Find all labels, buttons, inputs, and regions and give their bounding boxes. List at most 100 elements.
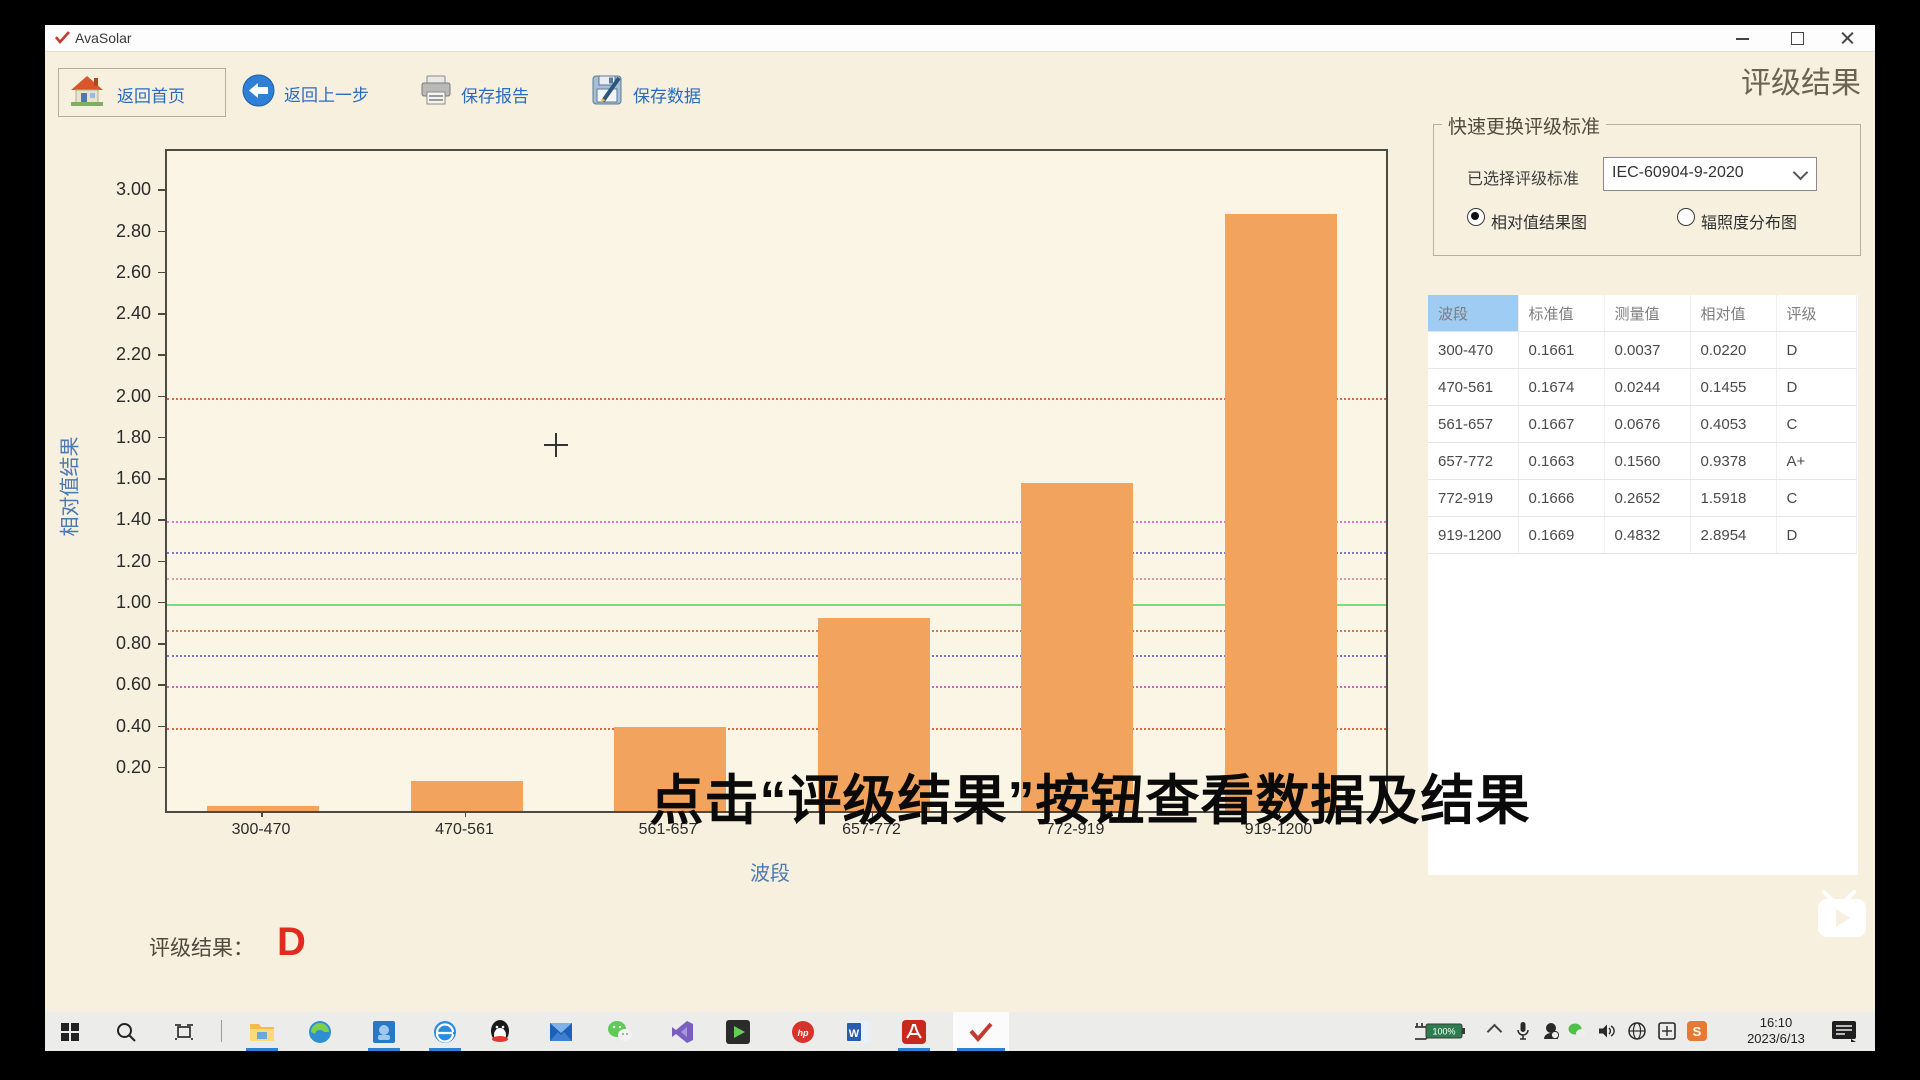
table-cell: C <box>1776 406 1856 443</box>
home-button-label: 返回首页 <box>117 82 185 107</box>
reference-line-0.75 <box>167 655 1386 657</box>
back-button-label: 返回上一步 <box>284 81 369 106</box>
radio-relative-chart[interactable] <box>1467 208 1485 226</box>
standard-combobox[interactable]: IEC-60904-9-2020 <box>1603 157 1817 191</box>
y-tick-label: 2.60 <box>89 262 151 283</box>
close-button[interactable] <box>1825 25 1869 51</box>
y-tick-mark <box>158 643 165 645</box>
table-row[interactable]: 772-9190.16660.26521.5918C <box>1428 480 1856 517</box>
y-tick-mark <box>158 313 165 315</box>
speaker-icon[interactable] <box>1596 1020 1618 1042</box>
x-tick-mark <box>261 811 263 817</box>
taskbar-qq[interactable] <box>480 1012 520 1051</box>
y-tick-mark <box>158 272 165 274</box>
table-cell: 0.4053 <box>1690 406 1776 443</box>
taskbar-file-explorer[interactable] <box>242 1012 282 1051</box>
media-player-icon <box>726 1020 750 1044</box>
bar-919-1200 <box>1225 214 1337 811</box>
internet-explorer-icon <box>433 1020 457 1044</box>
table-header-标准值: 标准值 <box>1518 295 1604 332</box>
table-cell: 0.2652 <box>1604 480 1690 517</box>
sogou-icon[interactable]: S <box>1686 1020 1708 1042</box>
taskbar-wechat[interactable] <box>600 1012 640 1051</box>
table-row[interactable]: 657-7720.16630.15600.9378A+ <box>1428 443 1856 480</box>
task-view-button[interactable] <box>164 1012 204 1051</box>
taskbar-hp[interactable]: hp <box>783 1012 823 1051</box>
save-data-button[interactable]: 保存数据 <box>591 74 625 112</box>
video-frame: AvaSolar 返回首页 <box>45 25 1875 1051</box>
table-row[interactable]: 470-5610.16740.02440.1455D <box>1428 369 1856 406</box>
taskbar-word[interactable]: W <box>838 1012 878 1051</box>
bar-chart-plot <box>165 149 1388 813</box>
taskbar-visual-studio[interactable] <box>662 1012 702 1051</box>
search-button[interactable] <box>106 1012 146 1051</box>
table-header-波段[interactable]: 波段 <box>1428 295 1518 332</box>
network-globe-icon[interactable] <box>1626 1020 1648 1042</box>
wechat-icon <box>607 1020 633 1044</box>
y-tick-label: 0.60 <box>89 674 151 695</box>
y-tick-mark <box>158 519 165 521</box>
taskbar-remote-desktop[interactable] <box>364 1012 404 1051</box>
table-row[interactable]: 919-12000.16690.48322.8954D <box>1428 517 1856 554</box>
y-tick-label: 0.20 <box>89 757 151 778</box>
y-tick-mark <box>158 396 165 398</box>
app-content: 返回首页 返回上一步 保存报告 <box>45 52 1875 1012</box>
maximize-button[interactable] <box>1775 25 1819 51</box>
start-button[interactable] <box>50 1012 90 1051</box>
hidden-icons-chevron[interactable] <box>1487 1024 1503 1040</box>
taskbar-media-player[interactable] <box>718 1012 758 1051</box>
minimize-icon <box>1736 38 1749 40</box>
minimize-button[interactable] <box>1721 25 1765 51</box>
wechat-tray-icon[interactable] <box>1566 1020 1588 1042</box>
table-cell: 0.1560 <box>1604 443 1690 480</box>
taskbar-separator <box>221 1020 222 1042</box>
remote-desktop-icon <box>372 1020 396 1044</box>
taskbar: hp W 100% <box>45 1012 1875 1051</box>
taskbar-edge[interactable] <box>300 1012 340 1051</box>
notification-center-button[interactable] <box>1831 1020 1857 1042</box>
y-tick-label: 2.00 <box>89 386 151 407</box>
back-icon <box>242 94 275 111</box>
taskbar-mail[interactable] <box>541 1012 581 1051</box>
table-cell: 0.1661 <box>1518 332 1604 369</box>
y-tick-mark <box>158 231 165 233</box>
clock-date: 2023/6/13 <box>1733 1031 1819 1047</box>
back-button[interactable]: 返回上一步 <box>242 74 275 112</box>
edge-icon <box>308 1020 332 1044</box>
microphone-icon[interactable] <box>1512 1020 1534 1042</box>
radio-irradiance-chart[interactable] <box>1677 208 1695 226</box>
table-cell: 0.4832 <box>1604 517 1690 554</box>
taskbar-clock[interactable]: 16:10 2023/6/13 <box>1733 1015 1819 1047</box>
mail-icon <box>549 1022 573 1042</box>
save-report-button[interactable]: 保存报告 <box>419 74 453 112</box>
svg-text:W: W <box>849 1028 860 1040</box>
printer-icon <box>419 94 453 111</box>
reference-line-0.6 <box>167 686 1386 688</box>
y-tick-label: 2.20 <box>89 344 151 365</box>
reference-line-1.25 <box>167 552 1386 554</box>
table-header-相对值: 相对值 <box>1690 295 1776 332</box>
taskbar-avasolar[interactable] <box>953 1012 1009 1051</box>
battery-indicator[interactable]: 100% <box>1413 1021 1467 1041</box>
windows-logo-icon <box>61 1023 79 1041</box>
bar-300-470 <box>207 806 319 811</box>
qq-icon <box>489 1019 511 1045</box>
taskbar-internet-explorer[interactable] <box>425 1012 465 1051</box>
table-row[interactable]: 300-4700.16610.00370.0220D <box>1428 332 1856 369</box>
table-row[interactable]: 561-6570.16670.06760.4053C <box>1428 406 1856 443</box>
y-tick-label: 1.00 <box>89 592 151 613</box>
table-cell: 0.0220 <box>1690 332 1776 369</box>
table-cell: 0.1674 <box>1518 369 1604 406</box>
home-button[interactable]: 返回首页 <box>58 68 226 117</box>
taskbar-acrobat[interactable] <box>894 1012 934 1051</box>
y-tick-label: 1.80 <box>89 427 151 448</box>
table-cell: 919-1200 <box>1428 517 1518 554</box>
headset-icon[interactable] <box>1540 1020 1562 1042</box>
table-header-row: 波段标准值测量值相对值评级 <box>1428 295 1856 332</box>
table-cell: D <box>1776 517 1856 554</box>
word-icon: W <box>846 1020 870 1044</box>
table-cell: 0.9378 <box>1690 443 1776 480</box>
input-method-icon[interactable] <box>1656 1020 1678 1042</box>
table-cell: 0.1667 <box>1518 406 1604 443</box>
y-tick-mark <box>158 767 165 769</box>
